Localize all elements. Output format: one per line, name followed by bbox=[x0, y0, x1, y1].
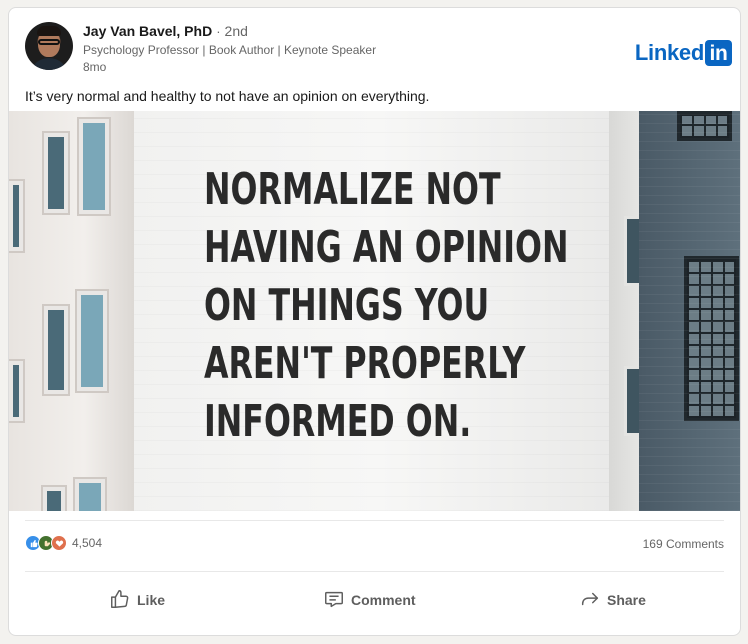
right-building bbox=[639, 111, 740, 511]
linkedin-logo-text: Linked bbox=[634, 40, 704, 65]
post-header: Jay Van Bavel, PhD · 2nd Psychology Prof… bbox=[25, 20, 732, 78]
painted-wall: NORMALIZE NOT HAVING AN OPINION ON THING… bbox=[134, 111, 624, 511]
share-button[interactable]: Share bbox=[571, 580, 654, 620]
post-image[interactable]: NORMALIZE NOT HAVING AN OPINION ON THING… bbox=[9, 111, 740, 511]
separator-dot: · bbox=[216, 24, 221, 39]
mural-line: INFORMED ON. bbox=[204, 396, 472, 447]
left-building bbox=[9, 111, 134, 511]
author-name[interactable]: Jay Van Bavel, PhD bbox=[83, 23, 212, 39]
reaction-count: 4,504 bbox=[72, 536, 103, 550]
author-avatar[interactable] bbox=[25, 22, 73, 70]
linkedin-logo: Linked in bbox=[635, 40, 732, 66]
linkedin-logo-in: in bbox=[705, 40, 732, 66]
mural-text: NORMALIZE NOT HAVING AN OPINION ON THING… bbox=[204, 161, 569, 451]
post-time: 8mo bbox=[83, 60, 107, 74]
author-headline: Psychology Professor | Book Author | Key… bbox=[83, 43, 377, 57]
comment-icon bbox=[323, 588, 345, 613]
mural-line: NORMALIZE NOT bbox=[204, 164, 501, 215]
author-info: Jay Van Bavel, PhD · 2nd Psychology Prof… bbox=[83, 23, 376, 74]
post-card: Jay Van Bavel, PhD · 2nd Psychology Prof… bbox=[8, 7, 741, 636]
share-arrow-icon bbox=[579, 588, 601, 613]
action-bar: Like Comment Share bbox=[9, 576, 740, 626]
connection-degree: 2nd bbox=[224, 23, 248, 39]
mural-line: ON THINGS YOU bbox=[204, 280, 490, 331]
comment-label: Comment bbox=[351, 592, 416, 608]
thumbs-up-icon bbox=[109, 588, 131, 613]
social-counts: 4,504 169 Comments bbox=[25, 532, 724, 554]
comments-count[interactable]: 169 Comments bbox=[643, 537, 724, 551]
mural-line: AREN'T PROPERLY bbox=[204, 338, 526, 389]
divider bbox=[25, 571, 724, 572]
divider bbox=[25, 520, 724, 521]
share-label: Share bbox=[607, 592, 646, 608]
comment-button[interactable]: Comment bbox=[315, 580, 424, 620]
like-button[interactable]: Like bbox=[101, 580, 173, 620]
like-label: Like bbox=[137, 592, 166, 608]
love-icon bbox=[51, 535, 67, 551]
mural-line: HAVING AN OPINION bbox=[204, 222, 569, 273]
reactions[interactable]: 4,504 bbox=[25, 535, 102, 551]
post-text: It’s very normal and healthy to not have… bbox=[25, 88, 430, 104]
